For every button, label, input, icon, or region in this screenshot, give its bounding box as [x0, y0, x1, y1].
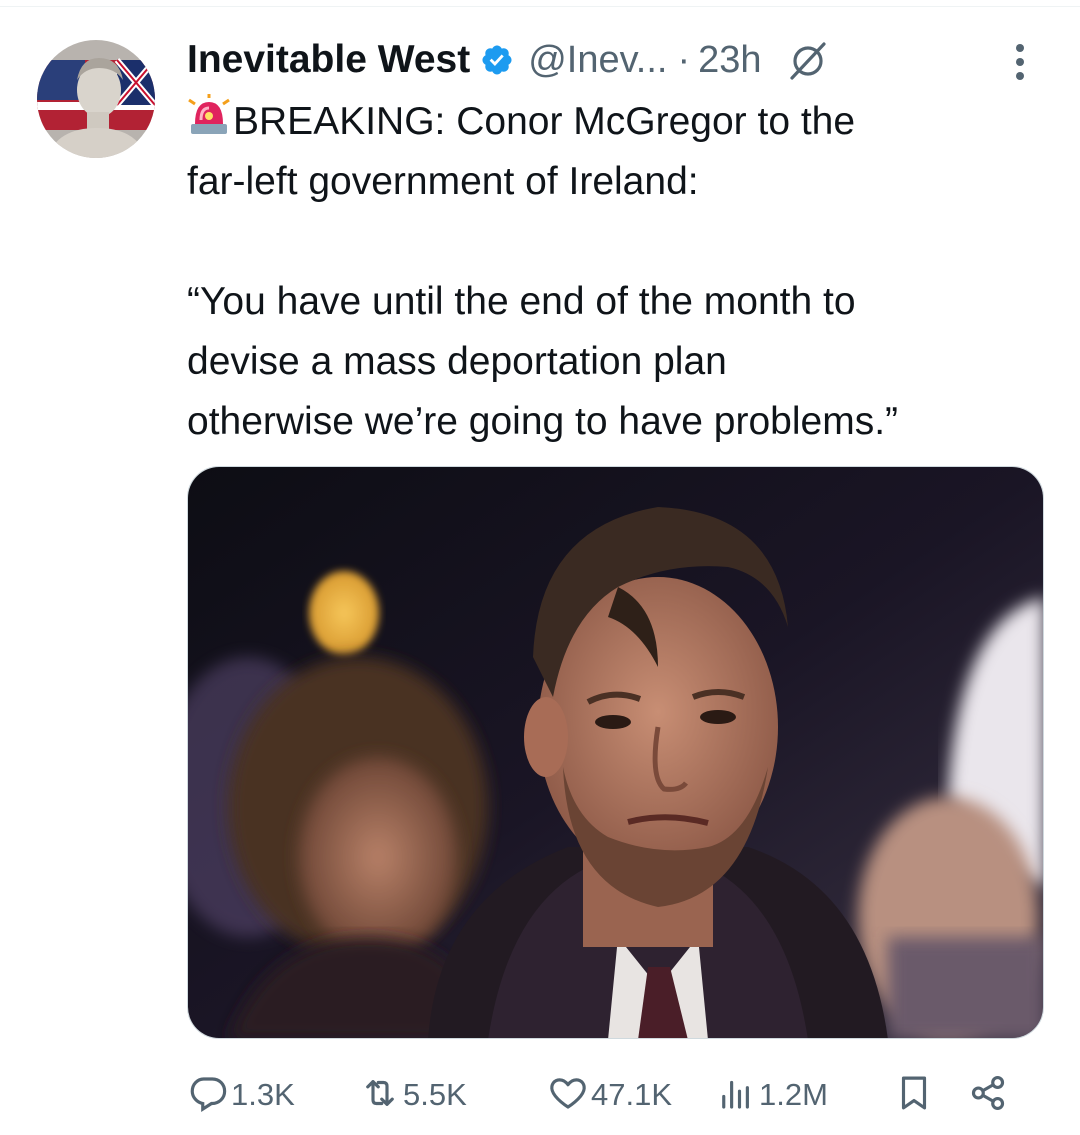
- reply-button[interactable]: 1.3K: [187, 1070, 295, 1120]
- more-options-icon[interactable]: [1007, 40, 1033, 84]
- share-button[interactable]: [967, 1070, 1009, 1120]
- tweet-text-line-1: BREAKING: Conor McGregor to the: [233, 100, 856, 143]
- views-button[interactable]: 1.2M: [715, 1070, 828, 1120]
- author-name[interactable]: Inevitable West: [187, 38, 470, 82]
- police-light-emoji: [187, 94, 231, 140]
- reply-count: 1.3K: [231, 1077, 295, 1112]
- heart-icon: [547, 1072, 589, 1119]
- tweet-timestamp[interactable]: 23h: [698, 39, 761, 82]
- share-icon: [967, 1072, 1009, 1119]
- repost-button[interactable]: 5.5K: [359, 1070, 467, 1120]
- repost-count: 5.5K: [403, 1077, 467, 1112]
- grok-icon[interactable]: [788, 40, 828, 80]
- like-button[interactable]: 47.1K: [547, 1070, 672, 1120]
- views-icon: [715, 1072, 757, 1119]
- tweet-text-body: far-left government of Ireland: “You hav…: [187, 160, 899, 443]
- tweet-text: BREAKING: Conor McGregor to the far-left…: [187, 92, 1057, 452]
- like-count: 47.1K: [591, 1077, 673, 1112]
- reply-icon: [187, 1072, 229, 1119]
- bookmark-icon: [893, 1072, 935, 1119]
- tweet-header: Inevitable West @Inev... · 23h: [187, 34, 828, 86]
- top-divider: [0, 6, 1080, 7]
- bookmark-button[interactable]: [893, 1070, 935, 1120]
- views-count: 1.2M: [759, 1077, 828, 1112]
- tweet-media-image[interactable]: [187, 466, 1044, 1039]
- separator-dot: ·: [677, 38, 691, 81]
- verified-badge-icon: [480, 43, 514, 77]
- repost-icon: [359, 1072, 401, 1119]
- tweet-action-bar: 1.3K 5.5K 47.1K 1.2M: [187, 1070, 1037, 1120]
- author-handle[interactable]: @Inev...: [528, 39, 667, 82]
- author-avatar[interactable]: [37, 40, 155, 158]
